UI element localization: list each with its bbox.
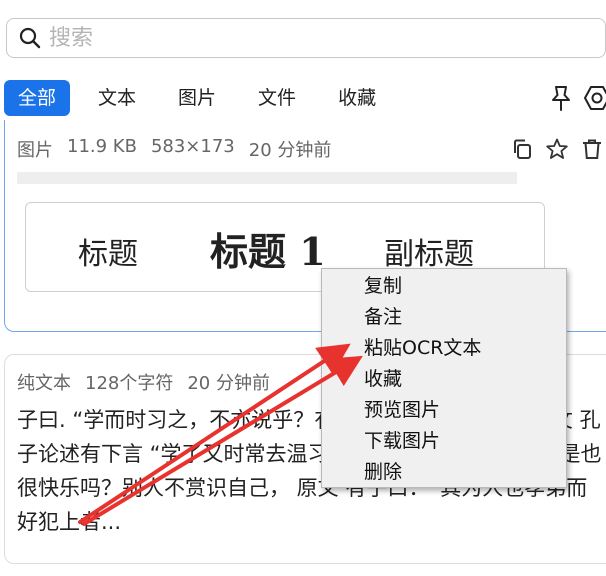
pin-icon[interactable] — [548, 84, 574, 112]
card-meta: 纯文本 128个字符 20 分钟前 — [17, 369, 270, 395]
item-size: 11.9 KB — [67, 136, 137, 157]
category-tabs: 全部 文本 图片 文件 收藏 — [4, 80, 404, 116]
card-actions — [511, 138, 603, 160]
item-type: 纯文本 — [17, 373, 71, 394]
tab-text[interactable]: 文本 — [84, 80, 150, 116]
item-type: 图片 — [17, 140, 53, 161]
tab-image[interactable]: 图片 — [164, 80, 230, 116]
item-time: 20 分钟前 — [187, 373, 270, 394]
context-menu: 复制 备注 粘贴OCR文本 收藏 预览图片 下载图片 删除 — [321, 268, 567, 488]
menu-item-download-image[interactable]: 下载图片 — [322, 426, 566, 457]
menu-item-note[interactable]: 备注 — [322, 302, 566, 333]
preview-text-heading: 标题 — [78, 237, 138, 272]
menu-item-paste-ocr[interactable]: 粘贴OCR文本 — [322, 333, 566, 364]
menu-item-copy[interactable]: 复制 — [322, 271, 566, 302]
search-icon — [19, 27, 41, 49]
settings-icon[interactable] — [584, 84, 606, 112]
menu-item-favorite[interactable]: 收藏 — [322, 364, 566, 395]
menu-item-preview-image[interactable]: 预览图片 — [322, 395, 566, 426]
preview-text-heading-1: 标题 1 — [210, 229, 326, 274]
search-input[interactable] — [47, 24, 571, 52]
tab-favorite[interactable]: 收藏 — [324, 80, 390, 116]
card-meta: 图片 11.9 KB 583×173 20 分钟前 — [17, 136, 331, 162]
tab-file[interactable]: 文件 — [244, 80, 310, 116]
tab-all[interactable]: 全部 — [4, 80, 71, 116]
star-icon[interactable] — [545, 138, 569, 160]
menu-item-delete[interactable]: 删除 — [322, 457, 566, 488]
search-bar[interactable] — [6, 18, 606, 58]
copy-icon[interactable] — [511, 138, 533, 160]
image-preview-strip — [17, 172, 517, 184]
trash-icon[interactable] — [581, 138, 603, 160]
item-time: 20 分钟前 — [248, 140, 332, 161]
preview-text-subtitle: 副标题 — [384, 237, 474, 272]
item-dimensions: 583×173 — [150, 136, 235, 157]
item-length: 128个字符 — [85, 373, 174, 394]
